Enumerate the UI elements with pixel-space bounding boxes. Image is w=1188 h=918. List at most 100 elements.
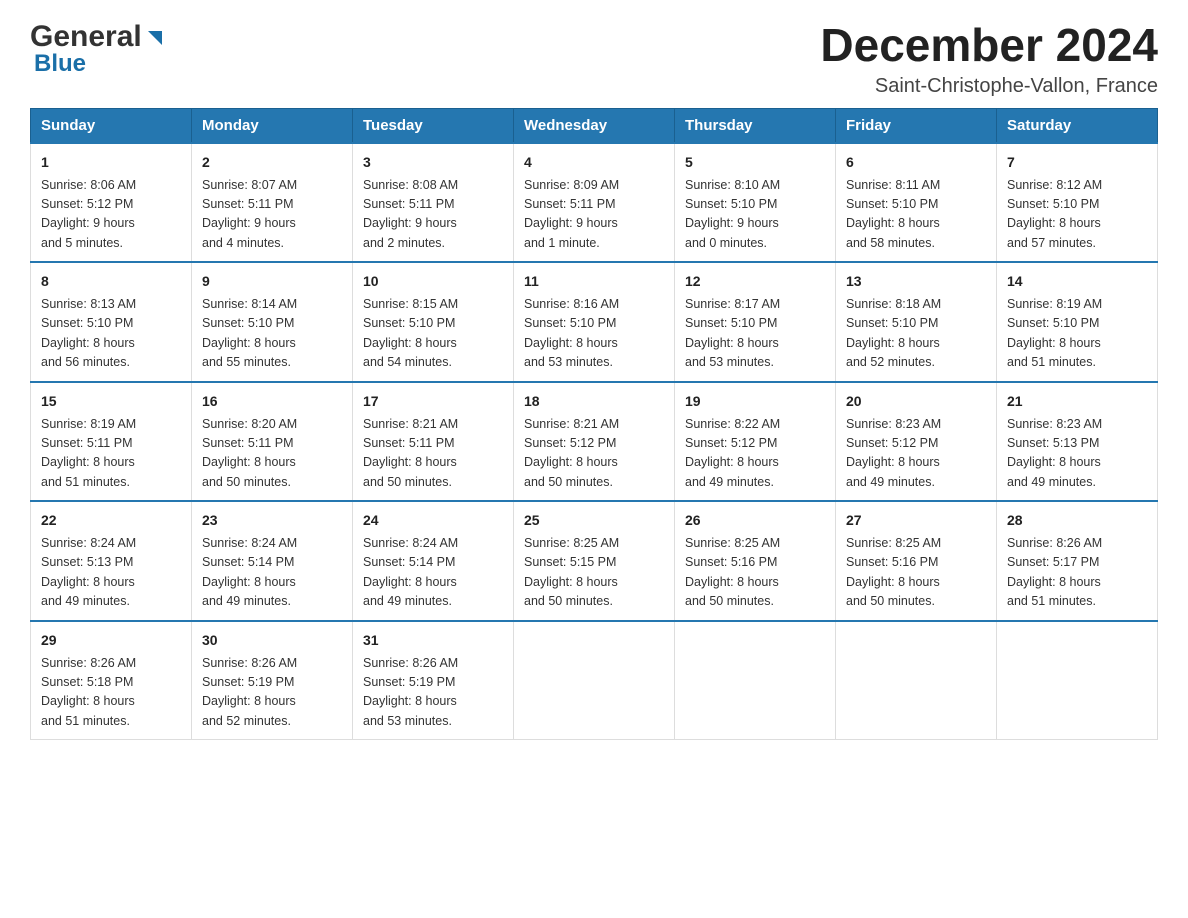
- day-number: 21: [1007, 391, 1147, 412]
- page-header: General Blue December 2024 Saint-Christo…: [30, 20, 1158, 98]
- calendar-cell: 19 Sunrise: 8:22 AMSunset: 5:12 PMDayligh…: [675, 382, 836, 502]
- calendar-cell: 16 Sunrise: 8:20 AMSunset: 5:11 PMDayligh…: [192, 382, 353, 502]
- day-info: Sunrise: 8:15 AMSunset: 5:10 PMDaylight:…: [363, 295, 503, 373]
- day-number: 25: [524, 510, 664, 531]
- calendar-cell: [997, 621, 1158, 740]
- day-number: 8: [41, 271, 181, 292]
- calendar-cell: 10 Sunrise: 8:15 AMSunset: 5:10 PMDayligh…: [353, 262, 514, 382]
- day-number: 9: [202, 271, 342, 292]
- day-number: 14: [1007, 271, 1147, 292]
- day-number: 4: [524, 152, 664, 173]
- calendar-cell: 30Sunrise: 8:26 AMSunset: 5:19 PMDayligh…: [192, 621, 353, 740]
- calendar-col-monday: Monday: [192, 108, 353, 143]
- calendar-week-row: 22 Sunrise: 8:24 AMSunset: 5:13 PMDayligh…: [31, 501, 1158, 621]
- day-number: 30: [202, 630, 342, 651]
- day-number: 10: [363, 271, 503, 292]
- calendar-cell: 28 Sunrise: 8:26 AMSunset: 5:17 PMDayligh…: [997, 501, 1158, 621]
- calendar-col-friday: Friday: [836, 108, 997, 143]
- day-number: 31: [363, 630, 503, 651]
- day-number: 20: [846, 391, 986, 412]
- calendar-cell: 15Sunrise: 8:19 AMSunset: 5:11 PMDayligh…: [31, 382, 192, 502]
- calendar-cell: 17Sunrise: 8:21 AMSunset: 5:11 PMDayligh…: [353, 382, 514, 502]
- day-number: 5: [685, 152, 825, 173]
- logo-general-text: General: [30, 20, 142, 54]
- calendar-header: SundayMondayTuesdayWednesdayThursdayFrid…: [31, 108, 1158, 143]
- day-info: Sunrise: 8:16 AMSunset: 5:10 PMDaylight:…: [524, 295, 664, 373]
- calendar-cell: 24Sunrise: 8:24 AMSunset: 5:14 PMDayligh…: [353, 501, 514, 621]
- day-info: Sunrise: 8:25 AMSunset: 5:16 PMDaylight:…: [846, 534, 986, 612]
- day-info: Sunrise: 8:17 AMSunset: 5:10 PMDaylight:…: [685, 295, 825, 373]
- calendar-cell: 5 Sunrise: 8:10 AMSunset: 5:10 PMDaylight…: [675, 143, 836, 263]
- day-info: Sunrise: 8:23 AMSunset: 5:12 PMDaylight:…: [846, 415, 986, 493]
- day-number: 11: [524, 271, 664, 292]
- day-number: 19: [685, 391, 825, 412]
- calendar-week-row: 8 Sunrise: 8:13 AMSunset: 5:10 PMDaylight…: [31, 262, 1158, 382]
- day-number: 27: [846, 510, 986, 531]
- day-info: Sunrise: 8:25 AMSunset: 5:15 PMDaylight:…: [524, 534, 664, 612]
- day-info: Sunrise: 8:26 AMSunset: 5:17 PMDaylight:…: [1007, 534, 1147, 612]
- calendar-cell: 20 Sunrise: 8:23 AMSunset: 5:12 PMDayligh…: [836, 382, 997, 502]
- calendar-cell: 23Sunrise: 8:24 AMSunset: 5:14 PMDayligh…: [192, 501, 353, 621]
- calendar-cell: 6Sunrise: 8:11 AMSunset: 5:10 PMDaylight…: [836, 143, 997, 263]
- title-block: December 2024 Saint-Christophe-Vallon, F…: [820, 20, 1158, 98]
- calendar-col-thursday: Thursday: [675, 108, 836, 143]
- day-number: 16: [202, 391, 342, 412]
- day-number: 15: [41, 391, 181, 412]
- day-number: 28: [1007, 510, 1147, 531]
- calendar-col-sunday: Sunday: [31, 108, 192, 143]
- calendar-cell: 12 Sunrise: 8:17 AMSunset: 5:10 PMDayligh…: [675, 262, 836, 382]
- calendar-cell: [836, 621, 997, 740]
- day-info: Sunrise: 8:13 AMSunset: 5:10 PMDaylight:…: [41, 295, 181, 373]
- day-info: Sunrise: 8:25 AMSunset: 5:16 PMDaylight:…: [685, 534, 825, 612]
- day-info: Sunrise: 8:06 AMSunset: 5:12 PMDaylight:…: [41, 176, 181, 254]
- day-info: Sunrise: 8:20 AMSunset: 5:11 PMDaylight:…: [202, 415, 342, 493]
- location-subtitle: Saint-Christophe-Vallon, France: [820, 75, 1158, 98]
- day-info: Sunrise: 8:11 AMSunset: 5:10 PMDaylight:…: [846, 176, 986, 254]
- calendar-body: 1 Sunrise: 8:06 AMSunset: 5:12 PMDaylight…: [31, 143, 1158, 740]
- calendar-cell: 13 Sunrise: 8:18 AMSunset: 5:10 PMDayligh…: [836, 262, 997, 382]
- calendar-cell: 3 Sunrise: 8:08 AMSunset: 5:11 PMDaylight…: [353, 143, 514, 263]
- calendar-cell: 9Sunrise: 8:14 AMSunset: 5:10 PMDaylight…: [192, 262, 353, 382]
- calendar-cell: [675, 621, 836, 740]
- calendar-cell: 25 Sunrise: 8:25 AMSunset: 5:15 PMDayligh…: [514, 501, 675, 621]
- logo-blue-text: Blue: [34, 50, 86, 78]
- day-info: Sunrise: 8:26 AMSunset: 5:19 PMDaylight:…: [363, 654, 503, 732]
- calendar-cell: 4Sunrise: 8:09 AMSunset: 5:11 PMDaylight…: [514, 143, 675, 263]
- calendar-cell: 22 Sunrise: 8:24 AMSunset: 5:13 PMDayligh…: [31, 501, 192, 621]
- calendar-cell: [514, 621, 675, 740]
- calendar-cell: 8 Sunrise: 8:13 AMSunset: 5:10 PMDaylight…: [31, 262, 192, 382]
- calendar-col-wednesday: Wednesday: [514, 108, 675, 143]
- logo-arrow-icon: [144, 27, 166, 49]
- day-info: Sunrise: 8:12 AMSunset: 5:10 PMDaylight:…: [1007, 176, 1147, 254]
- calendar-cell: 27 Sunrise: 8:25 AMSunset: 5:16 PMDayligh…: [836, 501, 997, 621]
- day-info: Sunrise: 8:18 AMSunset: 5:10 PMDaylight:…: [846, 295, 986, 373]
- day-info: Sunrise: 8:26 AMSunset: 5:18 PMDaylight:…: [41, 654, 181, 732]
- calendar-cell: 14Sunrise: 8:19 AMSunset: 5:10 PMDayligh…: [997, 262, 1158, 382]
- calendar-cell: 11 Sunrise: 8:16 AMSunset: 5:10 PMDayligh…: [514, 262, 675, 382]
- calendar-col-saturday: Saturday: [997, 108, 1158, 143]
- day-number: 2: [202, 152, 342, 173]
- day-info: Sunrise: 8:08 AMSunset: 5:11 PMDaylight:…: [363, 176, 503, 254]
- calendar-cell: 2 Sunrise: 8:07 AMSunset: 5:11 PMDaylight…: [192, 143, 353, 263]
- day-number: 1: [41, 152, 181, 173]
- day-info: Sunrise: 8:10 AMSunset: 5:10 PMDaylight:…: [685, 176, 825, 254]
- day-info: Sunrise: 8:22 AMSunset: 5:12 PMDaylight:…: [685, 415, 825, 493]
- day-number: 13: [846, 271, 986, 292]
- calendar-cell: 31 Sunrise: 8:26 AMSunset: 5:19 PMDayligh…: [353, 621, 514, 740]
- day-number: 7: [1007, 152, 1147, 173]
- logo: General Blue: [30, 20, 166, 78]
- day-info: Sunrise: 8:24 AMSunset: 5:13 PMDaylight:…: [41, 534, 181, 612]
- calendar-table: SundayMondayTuesdayWednesdayThursdayFrid…: [30, 108, 1158, 741]
- day-number: 26: [685, 510, 825, 531]
- day-number: 3: [363, 152, 503, 173]
- day-info: Sunrise: 8:23 AMSunset: 5:13 PMDaylight:…: [1007, 415, 1147, 493]
- day-info: Sunrise: 8:07 AMSunset: 5:11 PMDaylight:…: [202, 176, 342, 254]
- calendar-week-row: 29 Sunrise: 8:26 AMSunset: 5:18 PMDayligh…: [31, 621, 1158, 740]
- day-number: 12: [685, 271, 825, 292]
- calendar-header-row: SundayMondayTuesdayWednesdayThursdayFrid…: [31, 108, 1158, 143]
- calendar-week-row: 15Sunrise: 8:19 AMSunset: 5:11 PMDayligh…: [31, 382, 1158, 502]
- calendar-cell: 26 Sunrise: 8:25 AMSunset: 5:16 PMDayligh…: [675, 501, 836, 621]
- day-number: 17: [363, 391, 503, 412]
- day-number: 22: [41, 510, 181, 531]
- day-number: 29: [41, 630, 181, 651]
